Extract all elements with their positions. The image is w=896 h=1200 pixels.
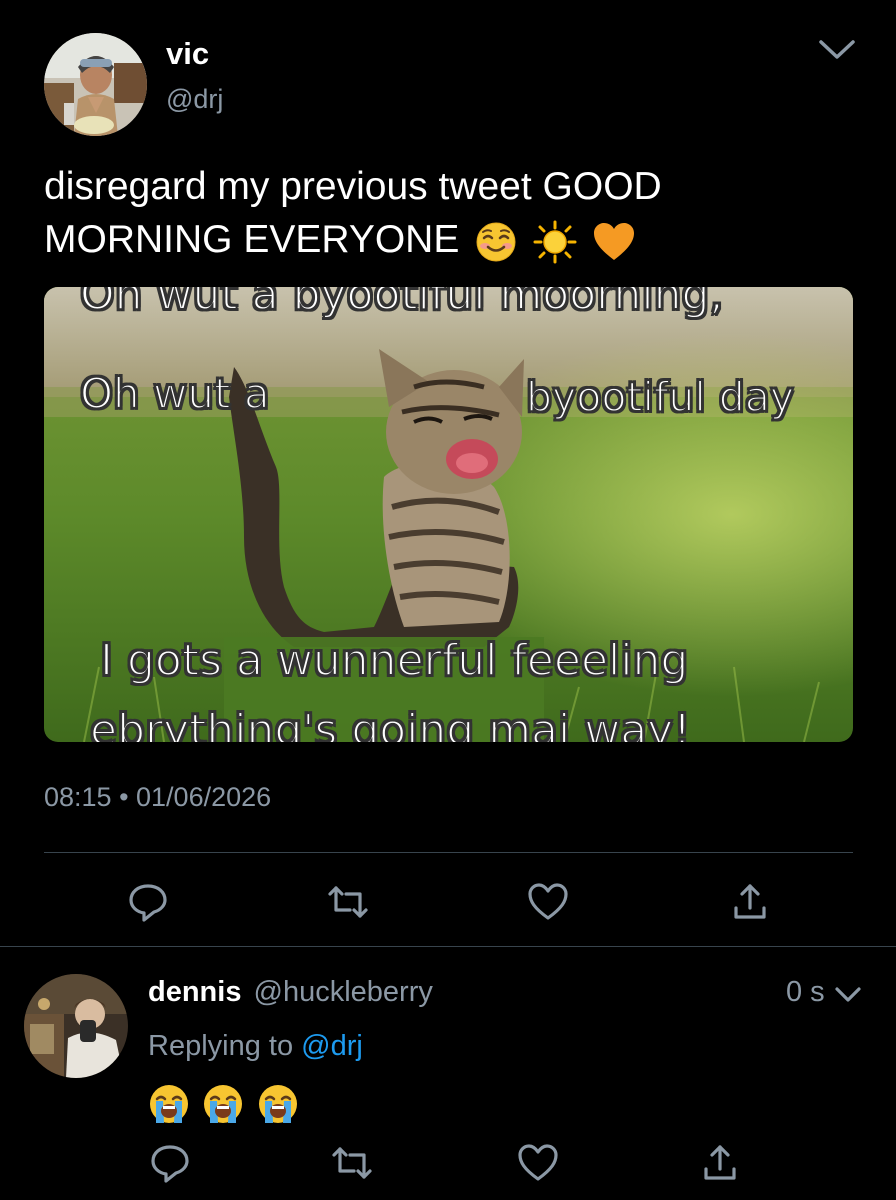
like-icon[interactable]: [516, 1141, 560, 1185]
tweet-media-image[interactable]: Oh wut a byootiful moorning, Oh wut a by…: [44, 287, 853, 742]
reply-text: [148, 1083, 307, 1127]
crying-face-icon: [257, 1083, 299, 1125]
meme-caption-top: Oh wut a byootiful moorning,: [79, 287, 724, 321]
smiling-face-icon: [474, 220, 518, 264]
reply-icon[interactable]: [126, 880, 170, 924]
author-avatar[interactable]: [44, 33, 147, 136]
retweet-icon[interactable]: [330, 1141, 374, 1185]
reply-header: dennis @huckleberry: [148, 976, 433, 1009]
crying-face-icon: [148, 1083, 190, 1125]
tweet-text: disregard my previous tweet GOOD MORNING…: [44, 160, 844, 266]
reply-author-handle[interactable]: @huckleberry: [254, 976, 433, 1008]
reply-author-avatar[interactable]: [24, 974, 128, 1078]
author-name[interactable]: vic: [166, 36, 209, 72]
meme-caption-bottom-1: I gots a wunnerful feeeling: [99, 634, 689, 687]
reply-time: 0 s: [786, 976, 825, 1008]
retweet-icon[interactable]: [326, 880, 370, 924]
divider: [44, 852, 853, 853]
replying-to-handle-link[interactable]: @drj: [301, 1030, 363, 1062]
like-icon[interactable]: [526, 880, 570, 924]
chevron-down-icon[interactable]: [818, 38, 856, 62]
chevron-down-icon[interactable]: [834, 986, 862, 1004]
replying-to-label: Replying to: [148, 1030, 294, 1062]
orange-heart-icon: [592, 220, 636, 264]
meme-caption-bottom-2: ebrything's going mai way!: [89, 704, 692, 742]
author-handle[interactable]: @drj: [166, 84, 223, 115]
share-icon[interactable]: [728, 880, 772, 924]
replying-to: Replying to @drj: [148, 1030, 363, 1063]
share-icon[interactable]: [698, 1141, 742, 1185]
sun-icon: [533, 220, 577, 264]
tweet-detail-page: vic @drj disregard my previous tweet GOO…: [0, 0, 896, 1200]
reply-author-name[interactable]: dennis: [148, 976, 241, 1008]
section-divider: [0, 946, 896, 947]
tweet-timestamp: 08:15 • 01/06/2026: [44, 782, 272, 812]
reply-icon[interactable]: [148, 1141, 192, 1185]
meme-caption-right: byootiful day: [525, 372, 795, 422]
meme-caption-left: Oh wut a: [79, 368, 271, 419]
crying-face-icon: [202, 1083, 244, 1125]
